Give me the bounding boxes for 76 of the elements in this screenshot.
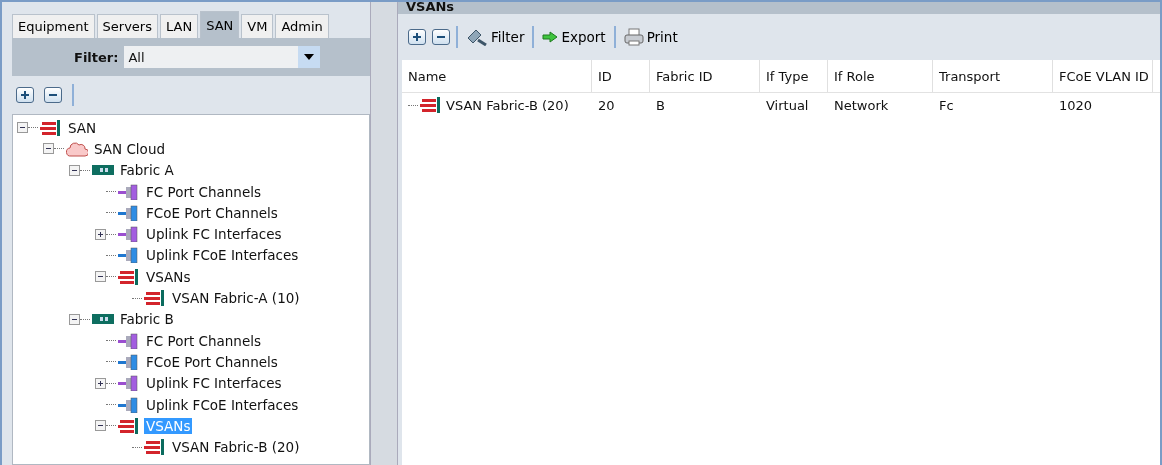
port-icon (118, 204, 140, 221)
table-cell: Network (834, 97, 889, 113)
expander-icon[interactable] (95, 420, 106, 432)
tree-item[interactable]: VSAN Fabric-B (20) (170, 439, 302, 456)
tree-item[interactable]: FCoE Port Channels (144, 204, 280, 221)
tree-item[interactable]: Uplink FCoE Interfaces (144, 396, 301, 413)
tab[interactable]: Servers (96, 14, 158, 38)
printer-icon (623, 28, 644, 46)
expander-icon[interactable] (95, 377, 106, 389)
tree-item[interactable]: SAN Cloud (92, 140, 167, 157)
filter-dropdown[interactable]: All (124, 46, 321, 68)
expand-all-button[interactable] (16, 87, 34, 103)
port-icon (118, 353, 140, 370)
dropdown-arrow-icon (304, 54, 315, 60)
filter-button[interactable]: Filter (464, 28, 527, 46)
table-cell: VSAN Fabric-B (20) (446, 97, 569, 113)
tab[interactable]: Equipment (12, 14, 95, 38)
plus-icon (411, 31, 423, 43)
export-button[interactable]: Export (540, 29, 608, 45)
tree-item[interactable]: VSANs (144, 268, 193, 285)
port-icon (118, 375, 140, 392)
remove-button[interactable] (432, 29, 450, 45)
table-cell: Fc (939, 97, 954, 113)
switch-icon (92, 165, 114, 176)
stacked-bars-icon (118, 417, 140, 434)
expander-icon[interactable] (69, 313, 80, 325)
expander-icon[interactable] (95, 271, 106, 283)
tree-item[interactable]: SAN (66, 119, 99, 136)
switch-icon (92, 314, 114, 325)
add-button[interactable] (408, 29, 426, 45)
filter-label: Filter: (74, 49, 119, 65)
tree-item[interactable]: Uplink FC Interfaces (144, 226, 284, 243)
stacked-bars-icon (144, 290, 166, 306)
tab[interactable]: SAN (200, 11, 240, 38)
expander-icon[interactable] (43, 143, 54, 155)
port-icon (118, 226, 140, 243)
tree-item[interactable]: Uplink FCoE Interfaces (144, 247, 301, 264)
port-icon (118, 247, 140, 264)
port-icon (118, 332, 140, 349)
expander-icon[interactable] (95, 228, 106, 240)
column-header[interactable]: Fabric ID (650, 60, 760, 92)
stacked-bars-icon (118, 268, 140, 285)
column-header[interactable]: FCoE VLAN ID (1053, 60, 1153, 92)
table-cell: 20 (598, 97, 615, 113)
stacked-bars-icon (420, 97, 442, 113)
print-button[interactable]: Print (621, 28, 680, 46)
table-cell: 1020 (1059, 97, 1093, 113)
tree-item[interactable]: Fabric A (118, 162, 176, 179)
table-cell: B (656, 97, 665, 113)
plus-icon (19, 89, 31, 101)
column-header[interactable]: Name (402, 60, 592, 92)
port-icon (118, 183, 140, 200)
panel-title: VSANs (398, 2, 1160, 14)
stacked-bars-icon (40, 119, 62, 136)
column-header[interactable]: If Type (760, 60, 828, 92)
filter-icon (466, 28, 488, 46)
tab[interactable]: Admin (275, 14, 329, 38)
tree-item[interactable]: FC Port Channels (144, 332, 263, 349)
column-header[interactable]: ID (592, 60, 650, 92)
tree-item[interactable]: Uplink FC Interfaces (144, 375, 284, 392)
collapse-all-button[interactable] (44, 87, 62, 103)
tree-item[interactable]: VSAN Fabric-A (10) (170, 290, 302, 306)
column-header[interactable]: Transport (933, 60, 1053, 92)
cloud-icon (66, 140, 88, 157)
expander-icon[interactable] (17, 122, 28, 134)
tree-item[interactable]: Fabric B (118, 311, 176, 328)
tree-item[interactable]: FC Port Channels (144, 183, 263, 200)
tab[interactable]: VM (241, 14, 274, 38)
port-icon (118, 396, 140, 413)
arrow-icon (542, 31, 559, 43)
column-header[interactable]: If Role (828, 60, 933, 92)
expander-icon[interactable] (69, 164, 80, 176)
tab[interactable]: LAN (160, 14, 199, 38)
table-cell: Virtual (766, 97, 809, 113)
tree-item[interactable]: FCoE Port Channels (144, 353, 280, 370)
stacked-bars-icon (144, 439, 166, 456)
